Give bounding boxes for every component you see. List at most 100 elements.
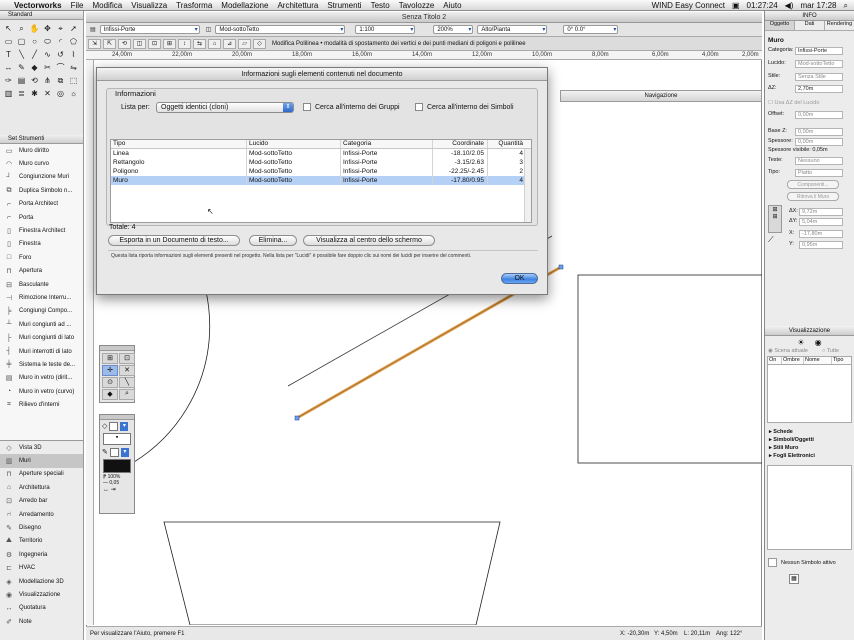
- menu-file[interactable]: File: [71, 1, 84, 10]
- spotlight-icon[interactable]: ⌕: [844, 1, 848, 11]
- tool-set-item[interactable]: ⑁ Arredamento: [0, 508, 83, 521]
- pan-tool-icon[interactable]: ✋: [28, 22, 41, 35]
- tab-rendering[interactable]: Rendering: [825, 21, 854, 30]
- resource-item[interactable]: ▸ Schede: [765, 429, 854, 437]
- fill-dropdown-arrow[interactable]: ▾: [120, 421, 129, 431]
- class-dropdown[interactable]: Infissi-Porte: [99, 25, 200, 34]
- base-z-field[interactable]: 0,00m: [795, 128, 843, 136]
- x-field[interactable]: -17,80m: [799, 230, 843, 238]
- tool-set-item[interactable]: ◇ Vista 3D: [0, 441, 83, 454]
- tool-item[interactable]: ⧉ Duplica Simbolo n...: [0, 184, 83, 197]
- camera-tool-icon[interactable]: ◎: [54, 87, 67, 100]
- reference-point-icon[interactable]: ⊞ ⊞: [768, 205, 782, 233]
- tool-item[interactable]: ╞ Congiungi Compo...: [0, 305, 83, 318]
- split-tool-icon[interactable]: ⋔: [41, 74, 54, 87]
- menu-modifica[interactable]: Modifica: [92, 1, 122, 10]
- rect-tool-icon[interactable]: ▭: [2, 35, 15, 48]
- connection-icon[interactable]: ▣: [732, 1, 740, 10]
- drawn-polygon[interactable]: [163, 521, 501, 625]
- resource-item[interactable]: ▸ Stili Muro: [765, 445, 854, 453]
- tool-item[interactable]: ╪ Sistema le teste de...: [0, 358, 83, 371]
- selection-tool-icon[interactable]: ⌖: [54, 22, 67, 35]
- menu-aiuto[interactable]: Aiuto: [443, 1, 461, 10]
- double-line-tool-icon[interactable]: ╱: [28, 48, 41, 61]
- stair-tool-icon[interactable]: ≣: [15, 87, 28, 100]
- wall-tool-icon[interactable]: ▥: [2, 87, 15, 100]
- tool-item[interactable]: ⊟ Basculante: [0, 278, 83, 291]
- table-row[interactable]: Poligono Mod-sottoTetto Infissi-Porte -2…: [111, 167, 531, 176]
- tool-item[interactable]: ⌐ Porta Architect: [0, 198, 83, 211]
- mode-button-4[interactable]: ◫: [133, 38, 146, 49]
- all-scenes-radio[interactable]: ○ Tutte: [822, 348, 839, 354]
- snap-intersection-icon[interactable]: ✕: [119, 365, 135, 376]
- snap-grid-icon[interactable]: ⊞: [102, 353, 118, 364]
- mode-button-9[interactable]: ⌂: [208, 38, 221, 49]
- menu-strumenti[interactable]: Strumenti: [327, 1, 361, 10]
- fill-color-swatch[interactable]: [109, 421, 119, 431]
- light-icon[interactable]: ☀: [797, 338, 804, 347]
- spiral-tool-icon[interactable]: ↺: [54, 48, 67, 61]
- heads-dropdown[interactable]: Nessuno: [795, 157, 843, 165]
- tool-set-item[interactable]: ✎ Disegno: [0, 521, 83, 534]
- ellipse-tool-icon[interactable]: ⬭: [41, 35, 54, 48]
- dz-field[interactable]: 2,70m: [795, 85, 843, 93]
- offset-field[interactable]: 0,00m: [795, 111, 843, 119]
- tool-item[interactable]: □ Foro: [0, 251, 83, 264]
- col-quantita[interactable]: Quantità: [488, 140, 531, 148]
- angle-dropdown[interactable]: 0° 0.0°: [563, 25, 619, 34]
- tool-item[interactable]: ⌗ Rilievo d'interni: [0, 398, 83, 411]
- wall-handle-end[interactable]: [558, 264, 564, 270]
- mode-button-2[interactable]: ⇱: [103, 38, 116, 49]
- tool-item[interactable]: ⊣ Rimozione Interru...: [0, 291, 83, 304]
- tool-set-item[interactable]: ↔ Quotatura: [0, 602, 83, 615]
- table-row[interactable]: Linea Mod-sottoTetto Infissi-Porte -18.1…: [111, 149, 531, 158]
- symbol-tool-icon[interactable]: ✱: [28, 87, 41, 100]
- tool-set-item[interactable]: ⚙ Ingegneria: [0, 548, 83, 561]
- tool-item[interactable]: ▯ Finestra Architect: [0, 224, 83, 237]
- mode-button-10[interactable]: ⊿: [223, 38, 236, 49]
- thickness-field[interactable]: 0,00m: [795, 138, 843, 146]
- camera-icon[interactable]: ◉: [815, 338, 822, 347]
- mode-button-12[interactable]: ◇: [253, 38, 266, 49]
- menu-testo[interactable]: Testo: [371, 1, 390, 10]
- rounded-rect-tool-icon[interactable]: ▢: [15, 35, 28, 48]
- ok-button[interactable]: OK: [501, 273, 538, 284]
- tool-set-item[interactable]: ⊓ Aperture speciali: [0, 468, 83, 481]
- circle-tool-icon[interactable]: ○: [28, 35, 41, 48]
- pen-color-swatch[interactable]: [109, 447, 119, 457]
- col-tipo[interactable]: Tipo: [111, 140, 247, 148]
- y-field[interactable]: 0,95m: [799, 241, 843, 249]
- table-row[interactable]: Rettangolo Mod-sottoTetto Infissi-Porte …: [111, 158, 531, 167]
- menu-tavolozze[interactable]: Tavolozze: [399, 1, 435, 10]
- snap-tangent-icon[interactable]: ◆: [102, 389, 118, 400]
- col-name[interactable]: Nome: [804, 357, 832, 364]
- locus-tool-icon[interactable]: ✕: [41, 87, 54, 100]
- tool-item[interactable]: ┤ Muri interrotti di lato: [0, 345, 83, 358]
- mode-button-5[interactable]: ⊡: [148, 38, 161, 49]
- tool-set-item[interactable]: ⛰ Territorio: [0, 535, 83, 548]
- table-row-selected[interactable]: Muro Mod-sottoTetto Infissi-Porte -17.80…: [111, 176, 531, 185]
- text-tool-icon[interactable]: T: [2, 48, 15, 61]
- menu-architettura[interactable]: Architettura: [277, 1, 318, 10]
- lights-list[interactable]: [767, 365, 852, 423]
- mode-button-6[interactable]: ⊞: [163, 38, 176, 49]
- volume-icon[interactable]: ◀): [785, 1, 794, 10]
- view-dropdown[interactable]: Alto/Pianta: [477, 25, 548, 34]
- menu-extra-app[interactable]: WIND Easy Connect: [652, 1, 725, 10]
- menu-trasforma[interactable]: Trasforma: [176, 1, 212, 10]
- export-button[interactable]: Esporta in un Documento di testo...: [108, 235, 240, 246]
- line-tool-icon[interactable]: ╲: [15, 48, 28, 61]
- symbol-thumb-icon[interactable]: ▦: [789, 574, 799, 584]
- resource-item[interactable]: ▸ Fogli Elettronici: [765, 453, 854, 461]
- bucket-tool-icon[interactable]: ◆: [28, 61, 41, 74]
- search-groups-checkbox[interactable]: Cerca all'interno dei Gruppi: [303, 103, 400, 111]
- menu-modellazione[interactable]: Modellazione: [221, 1, 268, 10]
- resource-list[interactable]: [767, 465, 852, 550]
- hatch-tool-icon[interactable]: ▤: [15, 74, 28, 87]
- tool-set-item[interactable]: ⊡ Arredo bar: [0, 495, 83, 508]
- tool-item[interactable]: ┴ Muri congiunti ad ...: [0, 318, 83, 331]
- rotate-tool-icon[interactable]: ⟲: [28, 74, 41, 87]
- pointer-tool-icon[interactable]: ➚: [67, 22, 80, 35]
- zoom-dropdown[interactable]: 200%: [433, 25, 474, 34]
- col-type[interactable]: Tipo: [832, 357, 844, 364]
